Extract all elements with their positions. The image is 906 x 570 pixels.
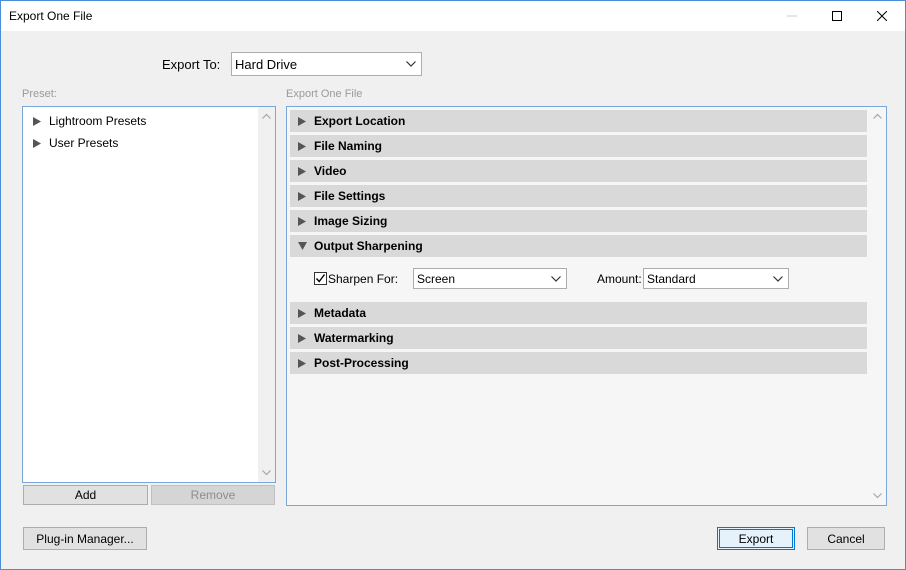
- section-label: Metadata: [314, 306, 367, 320]
- sharpen-for-select[interactable]: Screen: [413, 268, 567, 289]
- chevron-down-icon: [768, 275, 788, 282]
- export-to-label: Export To:: [162, 57, 221, 72]
- sharpen-for-value: Screen: [417, 271, 456, 286]
- section-post-processing[interactable]: Post-Processing: [290, 352, 867, 374]
- section-video[interactable]: Video: [290, 160, 867, 182]
- section-label: Watermarking: [314, 331, 394, 345]
- checkmark-icon: [315, 274, 326, 283]
- export-button-label: Export: [719, 529, 793, 548]
- chevron-down-icon: [401, 61, 421, 67]
- plugin-manager-button[interactable]: Plug-in Manager...: [23, 527, 147, 550]
- section-label: File Naming: [314, 139, 383, 153]
- preset-item-label: User Presets: [49, 136, 119, 150]
- section-image-sizing[interactable]: Image Sizing: [290, 210, 867, 232]
- sharpen-for-label: Sharpen For:: [328, 272, 399, 286]
- amount-label: Amount:: [597, 272, 642, 286]
- section-label: Output Sharpening: [314, 239, 423, 253]
- sharpening-options: Sharpen For: Screen Amount: Standard: [290, 261, 867, 299]
- export-to-select[interactable]: Hard Drive: [231, 52, 422, 76]
- maximize-icon: [832, 11, 842, 21]
- export-panel-scrollbar[interactable]: [869, 107, 886, 505]
- section-output-sharpening[interactable]: Output Sharpening: [290, 235, 867, 257]
- close-icon: [877, 11, 887, 21]
- triangle-right-icon: [290, 358, 314, 368]
- chevron-down-icon: [546, 275, 566, 282]
- preset-item-lightroom[interactable]: Lightroom Presets: [33, 114, 146, 128]
- scroll-up-icon: [873, 113, 882, 119]
- preset-item-label: Lightroom Presets: [49, 114, 147, 128]
- add-preset-button[interactable]: Add: [23, 485, 148, 505]
- minimize-icon: [787, 15, 797, 17]
- scroll-down-icon: [873, 493, 882, 499]
- section-file-settings[interactable]: File Settings: [290, 185, 867, 207]
- sharpen-for-checkbox[interactable]: [314, 272, 327, 285]
- window-title: Export One File: [9, 9, 93, 23]
- section-watermarking[interactable]: Watermarking: [290, 327, 867, 349]
- section-label: File Settings: [314, 189, 386, 203]
- maximize-button[interactable]: [814, 1, 860, 31]
- title-bar: Export One File: [1, 1, 905, 31]
- triangle-right-icon: [290, 116, 314, 126]
- amount-value: Standard: [647, 271, 696, 286]
- amount-select[interactable]: Standard: [643, 268, 789, 289]
- export-dialog: Export One File Export To: Hard Drive Pr…: [0, 0, 906, 570]
- export-panel-label: Export One File: [286, 88, 363, 100]
- section-metadata[interactable]: Metadata: [290, 302, 867, 324]
- export-button[interactable]: Export: [717, 527, 795, 550]
- triangle-right-icon: [33, 116, 49, 126]
- close-button[interactable]: [859, 1, 905, 31]
- triangle-right-icon: [290, 308, 314, 318]
- export-to-value: Hard Drive: [235, 56, 298, 72]
- cancel-button[interactable]: Cancel: [807, 527, 885, 550]
- section-label: Export Location: [314, 114, 406, 128]
- triangle-right-icon: [33, 138, 49, 148]
- scroll-up-icon: [262, 113, 271, 119]
- section-file-naming[interactable]: File Naming: [290, 135, 867, 157]
- export-settings-panel: Export Location File Naming Video File S…: [286, 106, 887, 506]
- minimize-button[interactable]: [769, 1, 815, 31]
- section-label: Image Sizing: [314, 214, 388, 228]
- preset-list: Lightroom Presets User Presets: [22, 106, 276, 483]
- preset-item-user[interactable]: User Presets: [33, 136, 118, 150]
- triangle-down-icon: [290, 242, 314, 250]
- section-export-location[interactable]: Export Location: [290, 110, 867, 132]
- triangle-right-icon: [290, 166, 314, 176]
- remove-preset-button[interactable]: Remove: [151, 485, 275, 505]
- triangle-right-icon: [290, 191, 314, 201]
- preset-section-label: Preset:: [22, 88, 57, 100]
- scroll-down-icon: [262, 470, 271, 476]
- triangle-right-icon: [290, 333, 314, 343]
- triangle-right-icon: [290, 216, 314, 226]
- section-label: Post-Processing: [314, 356, 409, 370]
- section-label: Video: [314, 164, 347, 178]
- triangle-right-icon: [290, 141, 314, 151]
- preset-scrollbar[interactable]: [258, 107, 275, 482]
